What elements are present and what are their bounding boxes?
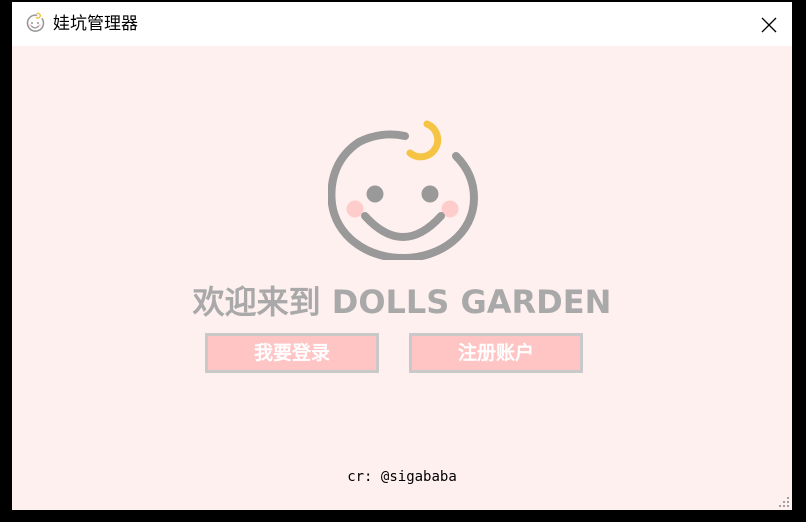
welcome-heading: 欢迎来到 DOLLS GARDEN: [192, 283, 612, 321]
resize-grip-icon[interactable]: [778, 496, 790, 508]
close-button[interactable]: [754, 10, 784, 40]
login-button[interactable]: 我要登录: [205, 333, 379, 373]
baby-face-icon: [26, 12, 45, 32]
title-bar[interactable]: 娃坑管理器: [12, 2, 792, 46]
credit-text: cr: @sigababa: [347, 469, 457, 485]
close-icon: [761, 17, 777, 33]
app-window: 娃坑管理器 欢迎来到 DOLLS GARDEN 我要登录 注册账户 cr: @s…: [12, 2, 792, 510]
baby-face-logo: [328, 120, 478, 260]
window-title: 娃坑管理器: [53, 14, 138, 34]
register-button[interactable]: 注册账户: [409, 333, 583, 373]
